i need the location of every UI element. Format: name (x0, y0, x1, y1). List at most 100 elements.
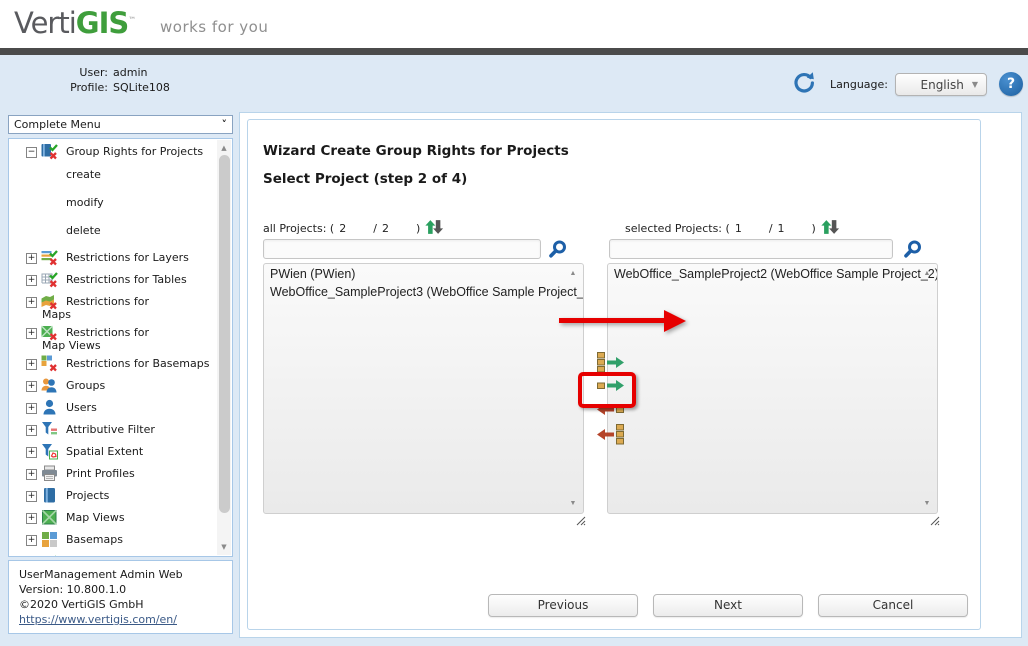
tree-item-label[interactable]: Restrictions forMap Views (42, 326, 149, 352)
previous-button[interactable]: Previous (488, 594, 638, 617)
copyright: ©2020 VertiGIS GmbH (19, 597, 222, 612)
cancel-button[interactable]: Cancel (818, 594, 968, 617)
expand-icon[interactable]: + (26, 447, 37, 458)
tree-item-label[interactable]: Spatial Extent (66, 445, 143, 458)
scroll-down-icon[interactable]: ▼ (217, 543, 231, 551)
tree-item[interactable]: + Restrictions forMaps (9, 291, 214, 322)
move-all-right-button[interactable] (597, 352, 624, 373)
list-item[interactable]: WebOffice_SampleProject3 (WebOffice Samp… (264, 282, 583, 300)
attributive-filter-icon (41, 421, 58, 438)
tree-subitem[interactable]: modify (9, 191, 214, 219)
vendor-link[interactable]: https://www.vertigis.com/en/ (19, 613, 177, 626)
search-icon[interactable] (548, 240, 567, 259)
tree-item-label[interactable]: Restrictions forMaps (42, 295, 149, 321)
expand-icon[interactable]: + (26, 403, 37, 414)
tree-subitem[interactable]: delete (9, 219, 214, 247)
tree-item[interactable]: + Projects (9, 485, 214, 507)
all-projects-list[interactable]: PWien (PWien)WebOffice_SampleProject3 (W… (263, 263, 584, 514)
expand-icon[interactable]: + (26, 359, 37, 370)
sort-icon[interactable] (820, 219, 840, 238)
tree-item[interactable]: +Maps (9, 551, 214, 557)
tree-item-label[interactable]: Groups (66, 379, 105, 392)
menu-filter-value: Complete Menu (14, 118, 101, 131)
tree-item-label[interactable]: Users (66, 401, 97, 414)
expand-icon[interactable]: + (26, 469, 37, 480)
tree-item[interactable]: − Group Rights for Projects (9, 141, 214, 163)
list-item[interactable]: PWien (PWien) (264, 264, 583, 282)
scroll-up-icon[interactable]: ▲ (566, 270, 580, 277)
tree-item-label[interactable]: Restrictions for Tables (66, 273, 187, 286)
tree-item[interactable]: + Restrictions for Basemaps (9, 353, 214, 375)
arrow-right-icon (607, 357, 624, 369)
projects-icon (41, 487, 58, 504)
expand-icon[interactable]: + (26, 253, 37, 264)
app-version: Version: 10.800.1.0 (19, 582, 222, 597)
scroll-up-icon[interactable]: ▲ (217, 144, 231, 152)
language-value: English (921, 78, 964, 92)
tree-item-label[interactable]: Restrictions for Basemaps (66, 357, 209, 370)
list-item[interactable]: WebOffice_SampleProject2 (WebOffice Samp… (608, 264, 937, 282)
tree-item[interactable]: + Restrictions forMap Views (9, 322, 214, 353)
logo-tagline: works for you (160, 18, 268, 36)
move-selected-right-button[interactable] (597, 380, 624, 392)
menu-filter-select[interactable]: Complete Menu ˅ (8, 115, 233, 134)
refresh-icon[interactable] (791, 71, 815, 95)
resize-grip-icon[interactable] (576, 516, 586, 526)
selected-projects-search-input[interactable] (609, 239, 893, 259)
help-icon[interactable]: ? (999, 72, 1023, 96)
scroll-down-icon[interactable]: ▼ (566, 500, 580, 507)
tree-item[interactable]: + Restrictions for Tables (9, 269, 214, 291)
user-label: User: (36, 66, 108, 79)
expand-icon[interactable]: + (26, 275, 37, 286)
expand-icon[interactable]: + (26, 381, 37, 392)
tree-item[interactable]: + Map Views (9, 507, 214, 529)
restrictions-for-map-views-icon (41, 324, 58, 341)
profile-label: Profile: (36, 81, 108, 94)
tree-item[interactable]: + Attributive Filter (9, 419, 214, 441)
sort-icon[interactable] (424, 219, 444, 238)
expand-icon[interactable]: + (26, 297, 37, 308)
items-stack-icon (597, 352, 605, 373)
arrow-left-icon (597, 429, 614, 441)
tree-item[interactable]: + Groups (9, 375, 214, 397)
scroll-down-icon[interactable]: ▼ (920, 500, 934, 507)
tree-item-label[interactable]: Attributive Filter (66, 423, 155, 436)
tree-item[interactable]: + Restrictions for Layers (9, 247, 214, 269)
tree-item[interactable]: + Basemaps (9, 529, 214, 551)
item-icon (616, 404, 624, 416)
expand-icon[interactable]: + (26, 328, 37, 339)
tree-item[interactable]: + Spatial Extent (9, 441, 214, 463)
expand-icon[interactable]: + (26, 425, 37, 436)
tree-subitem[interactable]: create (9, 163, 214, 191)
tree-item-label[interactable]: Restrictions for Layers (66, 251, 189, 264)
move-selected-left-button[interactable] (597, 404, 624, 416)
restrictions-for-basemaps-icon (41, 355, 58, 372)
expand-icon[interactable]: + (26, 513, 37, 524)
selected-projects-total: 1 (773, 222, 812, 235)
next-button[interactable]: Next (653, 594, 803, 617)
search-icon[interactable] (903, 240, 922, 259)
print-profiles-icon (41, 465, 58, 482)
tree-item-label[interactable]: Projects (66, 489, 109, 502)
users-icon (41, 399, 58, 416)
scrollbar-thumb[interactable] (219, 155, 230, 513)
scroll-up-icon[interactable]: ▲ (920, 270, 934, 277)
tree-item-label[interactable]: Map Views (66, 511, 125, 524)
tree-item-label[interactable]: Print Profiles (66, 467, 135, 480)
selected-projects-header: selected Projects: ( 1/ 1) (625, 219, 840, 238)
tree-scrollbar[interactable]: ▲ ▼ (217, 140, 231, 555)
tree-item[interactable]: + Print Profiles (9, 463, 214, 485)
expand-icon[interactable]: + (26, 535, 37, 546)
tree-item[interactable]: + Users (9, 397, 214, 419)
tree-item-label[interactable]: Basemaps (66, 533, 123, 546)
move-all-left-button[interactable] (597, 424, 624, 445)
tree-item-label[interactable]: Group Rights for Projects (66, 145, 203, 158)
tree-item-label[interactable]: Maps (66, 555, 95, 557)
all-projects-items: PWien (PWien)WebOffice_SampleProject3 (W… (264, 264, 583, 300)
expand-icon[interactable]: + (26, 491, 37, 502)
resize-grip-icon[interactable] (930, 516, 940, 526)
selected-projects-list[interactable]: WebOffice_SampleProject2 (WebOffice Samp… (607, 263, 938, 514)
language-dropdown[interactable]: English ▼ (895, 73, 987, 96)
all-projects-search-input[interactable] (263, 239, 541, 259)
collapse-icon[interactable]: − (26, 147, 37, 158)
